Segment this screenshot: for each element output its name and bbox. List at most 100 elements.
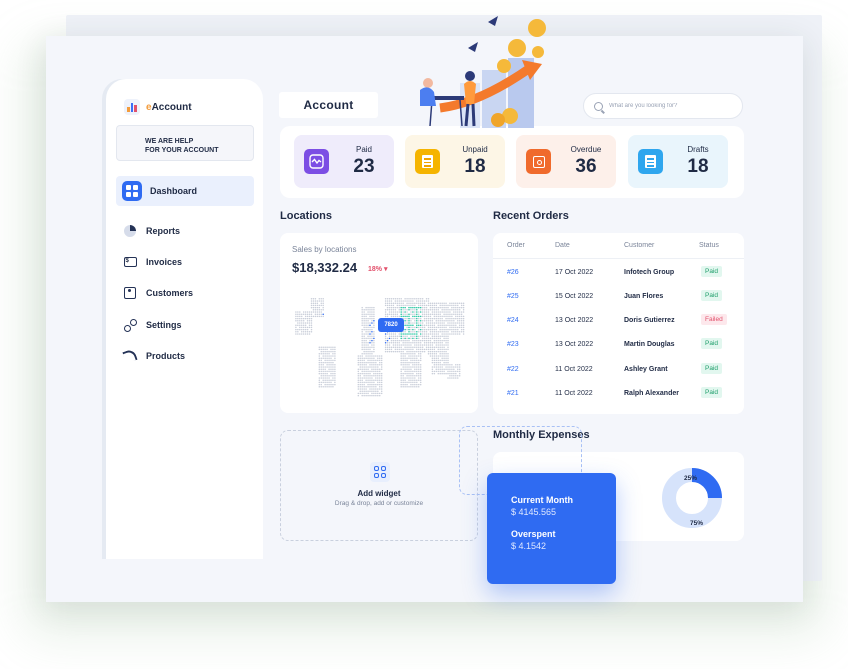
map-dot: [367, 331, 369, 333]
map-dot: [410, 368, 412, 370]
sidebar-item-customers[interactable]: Customers: [116, 278, 254, 308]
map-dot: [410, 322, 412, 324]
order-id-link[interactable]: #23: [507, 341, 519, 348]
map-dot: [425, 311, 428, 313]
map-dot: [419, 350, 422, 353]
sidebar-item-reports[interactable]: Reports: [116, 216, 254, 246]
map-dot: [373, 375, 375, 377]
map-dot: [392, 304, 395, 307]
expenses-summary-card[interactable]: Current Month $ 4145.565 Overspent $ 4.1…: [487, 473, 616, 584]
map-dot: [398, 302, 400, 304]
table-row[interactable]: #23 13 Oct 2022 Martin Douglas Paid: [493, 333, 744, 357]
map-dot: [414, 320, 416, 322]
order-id-link[interactable]: #22: [507, 366, 519, 373]
map-dot: [453, 311, 455, 313]
map-dot: [361, 322, 363, 324]
map-dot: [369, 315, 371, 318]
add-widget-dropzone[interactable]: Add widget Drag & drop, add or customize: [280, 430, 478, 541]
map-pin-badge[interactable]: 7820: [378, 318, 404, 332]
map-dot: [404, 364, 406, 366]
search-bar[interactable]: [583, 93, 743, 119]
help-banner[interactable]: WE ARE HELP FOR YOUR ACCOUNT: [116, 125, 254, 161]
map-dot: [423, 339, 426, 342]
map-dot: [431, 353, 434, 355]
map-dot: [431, 366, 434, 368]
map-dot: [460, 311, 463, 313]
map-dot: [460, 315, 463, 318]
map-dot: [431, 361, 434, 364]
table-row[interactable]: #21 11 Oct 2022 Ralph Alexander Paid: [493, 382, 744, 406]
map-dot: [394, 302, 397, 304]
map-dot: [365, 364, 367, 366]
map-dot: [371, 368, 373, 370]
map-dot: [308, 331, 311, 333]
app-logo[interactable]: eAccount: [124, 99, 192, 115]
map-dot: [441, 357, 443, 359]
table-row[interactable]: #25 15 Oct 2022 Juan Flores Paid: [493, 285, 744, 309]
map-dot: [398, 306, 400, 309]
map-dot: [380, 368, 383, 370]
expenses-donut-chart[interactable]: 25% 75%: [660, 466, 724, 530]
order-id-link[interactable]: #25: [507, 293, 519, 300]
map-dot: [447, 342, 449, 344]
map-dot: [320, 348, 322, 351]
map-dot: [408, 353, 410, 355]
map-dot: [384, 302, 387, 304]
map-dot: [435, 328, 438, 331]
map-dot: [322, 357, 324, 359]
order-id-link[interactable]: #21: [507, 390, 519, 397]
map-dot: [365, 348, 367, 351]
order-id-link[interactable]: #26: [507, 269, 519, 276]
table-row[interactable]: #22 11 Oct 2022 Ashley Grant Paid: [493, 358, 744, 382]
sidebar-item-dashboard[interactable]: Dashboard: [116, 176, 254, 206]
map-dot: [369, 328, 371, 331]
map-dot: [419, 331, 422, 333]
map-dot: [365, 381, 367, 384]
sidebar-item-settings[interactable]: Settings: [116, 310, 254, 340]
search-input[interactable]: [609, 103, 729, 109]
map-dot: [412, 348, 414, 351]
locations-card: Sales by locations $18,332.24 18% ▾ 7820: [280, 233, 478, 413]
map-dot: [402, 379, 404, 381]
map-dot: [421, 333, 424, 335]
map-dot: [410, 355, 412, 357]
map-dot: [404, 386, 406, 388]
map-dot: [310, 326, 313, 329]
map-dot: [439, 350, 441, 353]
orders-table: Order Date Customer Status #26 17 Oct 20…: [493, 233, 744, 414]
map-dot: [295, 328, 297, 331]
map-dot: [406, 357, 408, 359]
map-dot: [306, 328, 309, 331]
stat-paid[interactable]: Paid 23: [294, 135, 394, 188]
map-dot: [324, 350, 326, 353]
map-dot: [433, 346, 436, 348]
map-dot: [408, 304, 410, 307]
sidebar-item-invoices[interactable]: $ Invoices: [116, 247, 254, 277]
map-dot: [455, 370, 457, 373]
map-dot: [367, 306, 369, 309]
map-dot: [295, 333, 297, 335]
sidebar-item-products[interactable]: Products: [116, 341, 254, 371]
map-dot: [443, 346, 445, 348]
order-id-link[interactable]: #24: [507, 317, 519, 324]
stats-card: Paid 23 Unpaid 18 Overdue 36 Drafts 18: [280, 126, 744, 198]
table-row[interactable]: #26 17 Oct 2022 Infotech Group Paid: [493, 261, 744, 285]
map-dot: [369, 324, 371, 326]
table-row[interactable]: #24 13 Oct 2022 Doris Gutierrez Failed: [493, 309, 744, 333]
map-dot: [416, 337, 418, 340]
stat-drafts[interactable]: Drafts 18: [628, 135, 728, 188]
map-dot: [423, 328, 426, 331]
stat-overdue[interactable]: Overdue 36: [516, 135, 616, 188]
map-dot: [318, 348, 321, 351]
stat-label: Unpaid: [462, 145, 488, 154]
map-dot: [361, 337, 363, 340]
map-dot: [394, 309, 397, 311]
map-dot: [416, 306, 418, 309]
map-dot: [437, 311, 439, 313]
map-dot: [367, 370, 369, 373]
stat-unpaid[interactable]: Unpaid 18: [405, 135, 505, 188]
map-dot: [361, 379, 363, 381]
world-dot-map[interactable]: [290, 288, 468, 403]
map-dot: [396, 339, 399, 342]
map-dot: [326, 355, 328, 357]
